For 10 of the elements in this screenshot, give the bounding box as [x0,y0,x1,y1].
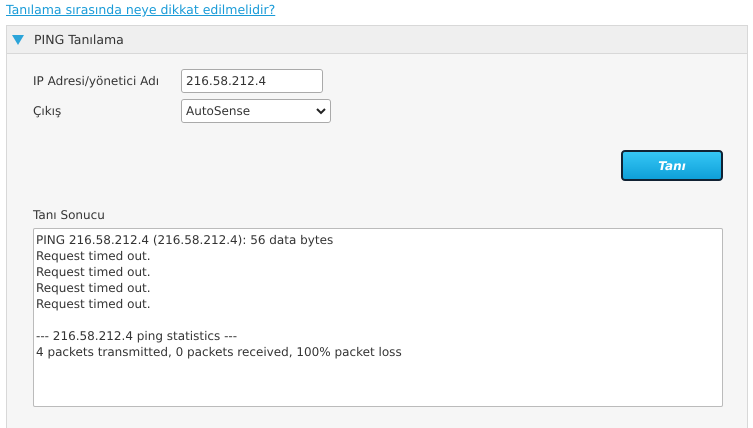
panel-title: PING Tanılama [34,32,124,47]
panel-header[interactable]: PING Tanılama [7,26,747,54]
output-dropdown[interactable]: AutoSense [181,99,331,123]
field-label: Çıkış [33,104,62,118]
expand-triangle-icon[interactable] [12,34,24,44]
field-label: IP Adresi/yönetici Adı [33,74,160,88]
ip-input-field[interactable]: 216.58.212.4 [181,69,323,93]
result-label: Tanı Sonucu [33,208,106,222]
result-output-field[interactable]: PING 216.58.212.4 (216.58.212.4): 56 data bytes Request timed out. Request timed out. Request timed out. Request timed out. --- 216.58.212.4 ping statistics --- 4 packets transmitted, 0 packets received, 100% packet loss [33,228,723,407]
chevron-down-icon [316,108,326,114]
